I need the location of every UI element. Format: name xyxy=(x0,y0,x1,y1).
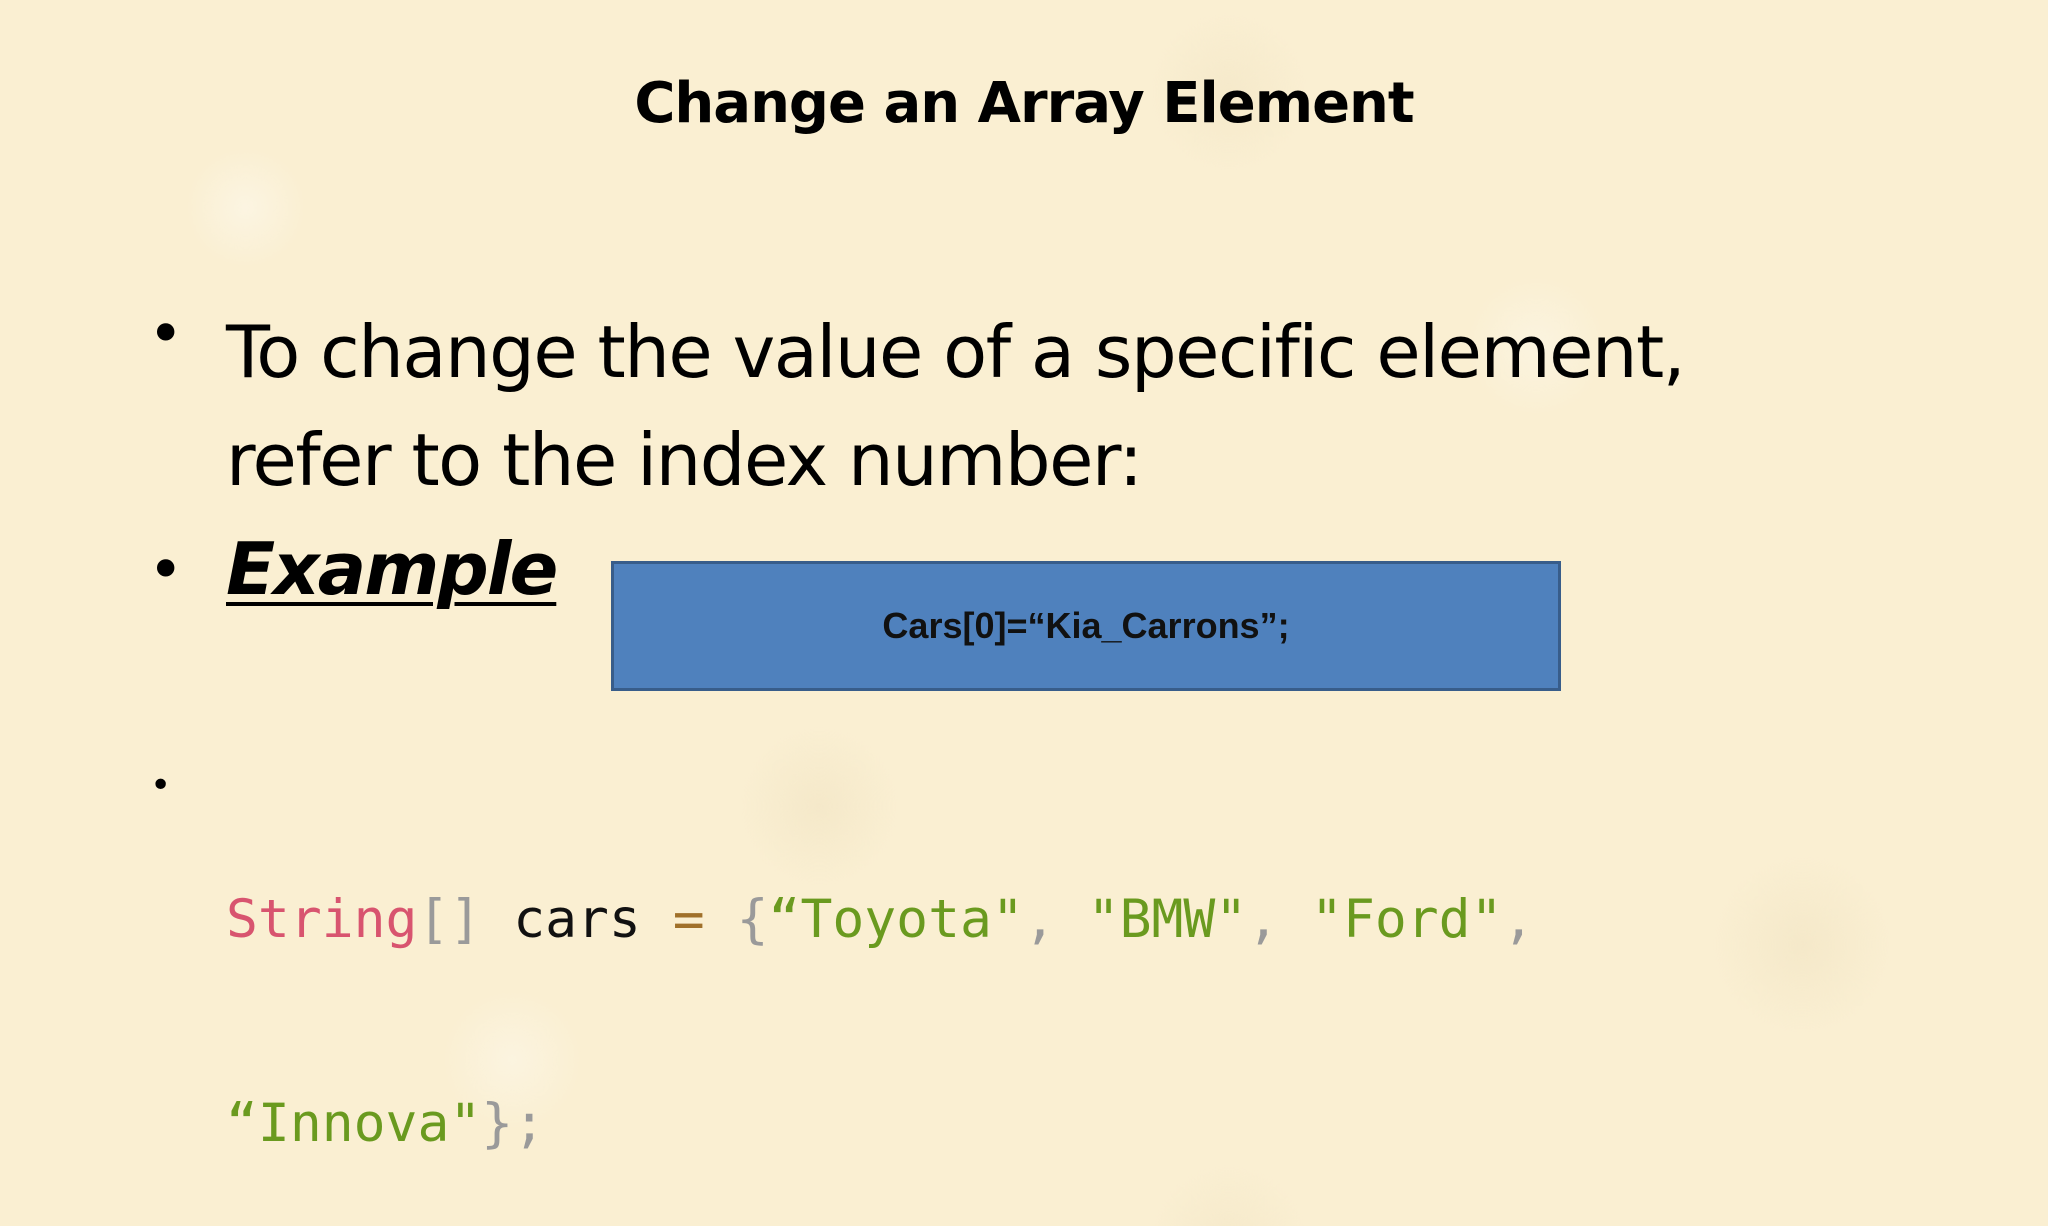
code-operator: = xyxy=(672,889,705,950)
code-punct: }; xyxy=(481,1093,546,1154)
code-callout-box: Cars[0]=“Kia_Carrons”; xyxy=(611,561,1561,691)
bullet-text-instruction: To change the value of a specific elemen… xyxy=(226,298,1886,514)
callout-text: Cars[0]=“Kia_Carrons”; xyxy=(882,605,1290,646)
slide-title: Change an Array Element xyxy=(634,71,1414,136)
code-line: “Innova"}; xyxy=(226,1090,1926,1158)
code-punct: [] xyxy=(417,889,482,950)
code-line: String[] cars = {“Toyota", "BMW", "Ford"… xyxy=(226,886,1926,954)
code-string: "Ford" xyxy=(1311,889,1503,950)
code-keyword: String xyxy=(226,889,418,950)
code-string: "BMW" xyxy=(1087,889,1248,950)
bullet-line: refer to the index number: xyxy=(226,418,1143,502)
code-punct: , xyxy=(1502,889,1535,950)
bullet-marker: • xyxy=(148,299,184,369)
code-string: “Toyota" xyxy=(768,889,1024,950)
code-punct: { xyxy=(736,889,769,950)
bullet-text-example: Example xyxy=(226,527,558,611)
bullet-marker: • xyxy=(148,535,184,605)
bullet-marker: • xyxy=(150,765,172,806)
code-punct: , xyxy=(1247,889,1280,950)
bullet-line: To change the value of a specific elemen… xyxy=(226,310,1686,394)
code-punct: , xyxy=(1023,889,1056,950)
code-string: “Innova" xyxy=(226,1093,482,1154)
code-snippet: String[] cars = {“Toyota", "BMW", "Ford"… xyxy=(226,750,1926,1226)
code-identifier: cars xyxy=(513,889,641,950)
